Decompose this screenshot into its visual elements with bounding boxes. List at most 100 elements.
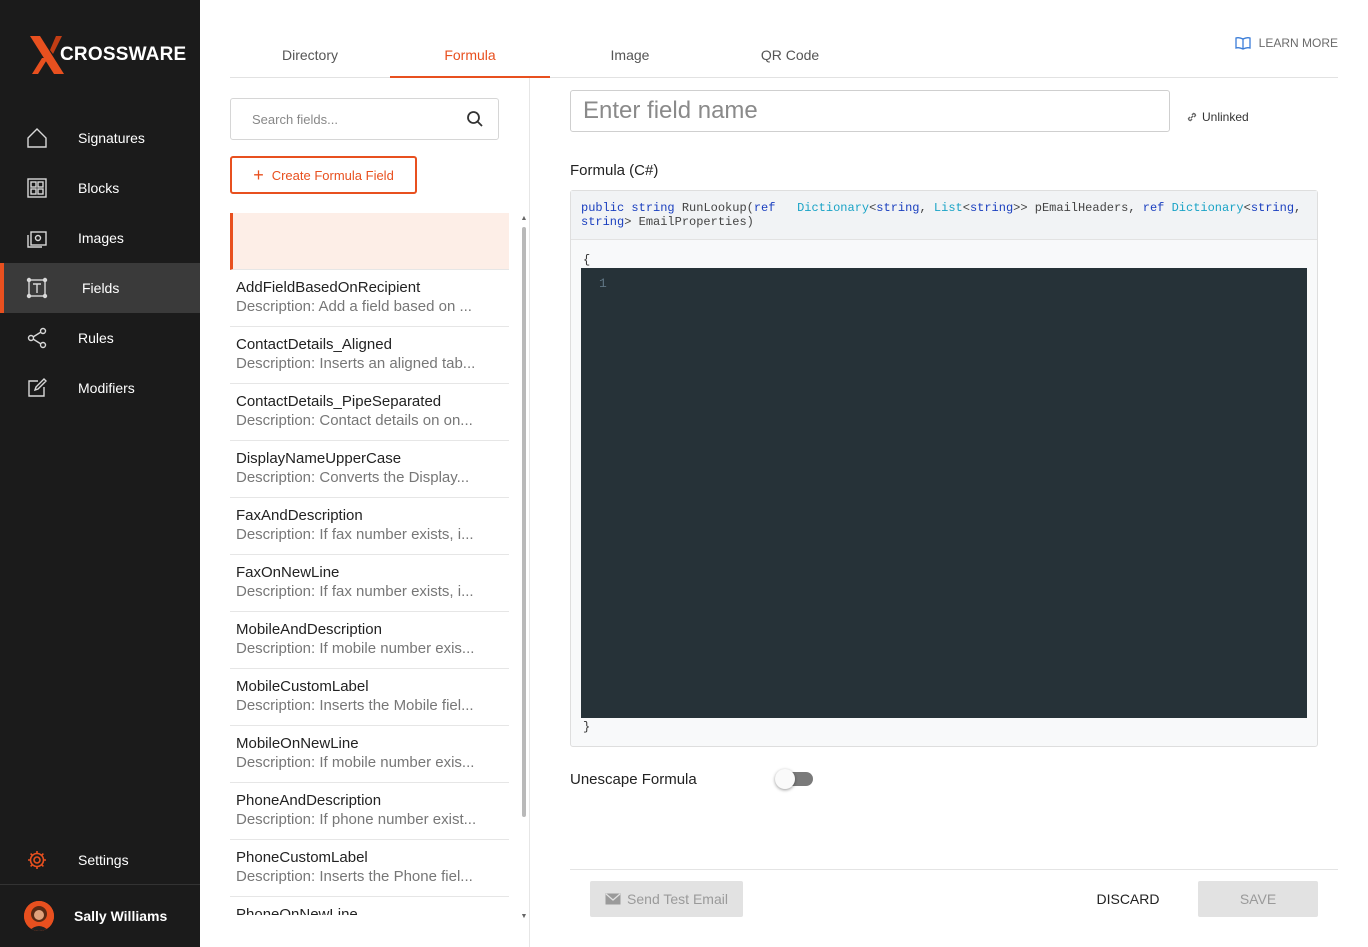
crossware-logo[interactable]: CROSSWARE (30, 36, 186, 74)
list-item[interactable]: MobileAndDescription Description: If mob… (230, 612, 509, 669)
field-description: Description: If mobile number exis... (236, 640, 475, 657)
list-item[interactable]: MobileOnNewLine Description: If mobile n… (230, 726, 509, 783)
main-content: Directory Formula Image QR Code LEARN MO… (200, 0, 1368, 947)
crossware-x-icon (30, 36, 64, 74)
nav-label: Modifiers (78, 380, 135, 396)
mail-icon (605, 893, 621, 905)
tab-image[interactable]: Image (550, 32, 710, 78)
nav-item-modifiers[interactable]: Modifiers (0, 363, 200, 413)
field-title: PhoneCustomLabel (236, 849, 368, 866)
link-status-label: Unlinked (1202, 110, 1249, 124)
nav-item-settings[interactable]: Settings (0, 835, 200, 885)
field-title: MobileOnNewLine (236, 735, 359, 752)
field-title: ContactDetails_Aligned (236, 336, 392, 353)
tab-formula[interactable]: Formula (390, 32, 550, 78)
code-token: string (631, 201, 675, 215)
field-description: Description: Inserts the Mobile fiel... (236, 697, 474, 714)
code-editor: public string RunLookup(ref Dictionary<s… (570, 190, 1318, 747)
close-brace: } (583, 720, 591, 734)
field-description: Description: Converts the Display... (236, 469, 470, 486)
code-token: RunLookup( (681, 201, 754, 215)
scroll-thumb[interactable] (522, 227, 526, 817)
method-signature: public string RunLookup(ref Dictionary<s… (571, 191, 1317, 240)
settings-nav: Settings (0, 835, 200, 885)
list-item[interactable]: PhoneAndDescription Description: If phon… (230, 783, 509, 840)
fields-icon (26, 277, 48, 299)
search-input[interactable] (231, 99, 451, 139)
list-item[interactable]: DisplayNameUpperCase Description: Conver… (230, 441, 509, 498)
search-icon[interactable] (466, 110, 484, 128)
nav-item-signatures[interactable]: Signatures (0, 113, 200, 163)
images-icon (26, 227, 48, 249)
code-token: string (876, 201, 920, 215)
tab-qr-code[interactable]: QR Code (710, 32, 870, 78)
editor-footer: Send Test Email DISCARD SAVE (570, 869, 1338, 947)
code-token: string (1250, 201, 1295, 215)
field-title: DisplayNameUpperCase (236, 450, 402, 467)
code-token: ref (753, 201, 776, 215)
field-title: MobileAndDescription (236, 621, 382, 638)
list-item[interactable]: ContactDetails_Aligned Description: Inse… (230, 327, 509, 384)
list-item[interactable]: ContactDetails_PipeSeparated Description… (230, 384, 509, 441)
learn-more-label: LEARN MORE (1258, 36, 1338, 50)
code-token: , (1294, 201, 1302, 215)
field-editor: Unlinked Formula (C#) public string RunL… (570, 78, 1338, 947)
tab-directory[interactable]: Directory (230, 32, 390, 78)
nav-item-images[interactable]: Images (0, 213, 200, 263)
link-status[interactable]: Unlinked (1186, 110, 1249, 124)
field-title: MobileCustomLabel (236, 678, 369, 695)
toggle-knob (775, 769, 795, 789)
field-title: ContactDetails_PipeSeparated (236, 393, 442, 410)
rules-icon (26, 327, 48, 349)
field-title: FaxAndDescription (236, 507, 363, 524)
field-title: FaxOnNewLine (236, 564, 340, 581)
nav-item-blocks[interactable]: Blocks (0, 163, 200, 213)
code-token: Dictionary (1171, 201, 1244, 215)
avatar (24, 901, 54, 931)
nav-item-rules[interactable]: Rules (0, 313, 200, 363)
nav-item-fields[interactable]: Fields (0, 263, 200, 313)
field-name-input[interactable] (570, 90, 1170, 132)
code-token: ref (1142, 201, 1165, 215)
list-scrollbar[interactable]: ▲ ▼ (520, 213, 528, 920)
send-test-label: Send Test Email (627, 891, 728, 907)
save-button[interactable]: SAVE (1198, 881, 1318, 917)
create-formula-field-button[interactable]: + Create Formula Field (230, 156, 417, 194)
list-item[interactable]: FaxAndDescription Description: If fax nu… (230, 498, 509, 555)
list-item[interactable]: PhoneCustomLabel Description: Inserts th… (230, 840, 509, 897)
code-token: string (969, 201, 1014, 215)
main-nav: Signatures Blocks Images Fields Rules Mo… (0, 113, 200, 413)
brand-name: CROSSWARE (60, 44, 187, 65)
code-token: , (919, 201, 927, 215)
field-list: AddFieldBasedOnRecipient Description: Ad… (230, 213, 510, 915)
send-test-email-button[interactable]: Send Test Email (590, 881, 743, 917)
field-title: PhoneOnNewLine (236, 906, 358, 915)
scroll-up-icon[interactable]: ▲ (520, 215, 528, 222)
code-input-area[interactable]: 1 (581, 268, 1307, 718)
list-item[interactable]: PhoneOnNewLine (230, 897, 509, 915)
modifiers-icon (26, 377, 48, 399)
line-number: 1 (599, 276, 607, 291)
discard-button[interactable]: DISCARD (1080, 881, 1176, 917)
field-description: Description: Contact details on on... (236, 412, 473, 429)
nav-label: Images (78, 230, 124, 246)
code-token: >> pEmailHeaders, (1013, 201, 1136, 215)
code-token: < (1243, 201, 1251, 215)
learn-more-link[interactable]: LEARN MORE (1234, 36, 1338, 50)
list-item[interactable]: MobileCustomLabel Description: Inserts t… (230, 669, 509, 726)
code-token: > EmailProperties) (624, 215, 754, 229)
formula-label: Formula (C#) (570, 162, 659, 179)
code-token: public (581, 201, 625, 215)
list-item[interactable]: AddFieldBasedOnRecipient Description: Ad… (230, 270, 509, 327)
blocks-icon (26, 177, 48, 199)
list-item-new[interactable] (230, 213, 509, 270)
code-token: < (962, 201, 970, 215)
nav-label: Settings (78, 852, 129, 868)
scroll-down-icon[interactable]: ▼ (520, 913, 528, 920)
unescape-formula-toggle[interactable] (775, 769, 813, 789)
user-profile[interactable]: Sally Williams (0, 884, 200, 947)
field-description: Description: If fax number exists, i... (236, 526, 474, 543)
field-description: Description: If phone number exist... (236, 811, 477, 828)
list-item[interactable]: FaxOnNewLine Description: If fax number … (230, 555, 509, 612)
plus-icon: + (253, 165, 264, 185)
